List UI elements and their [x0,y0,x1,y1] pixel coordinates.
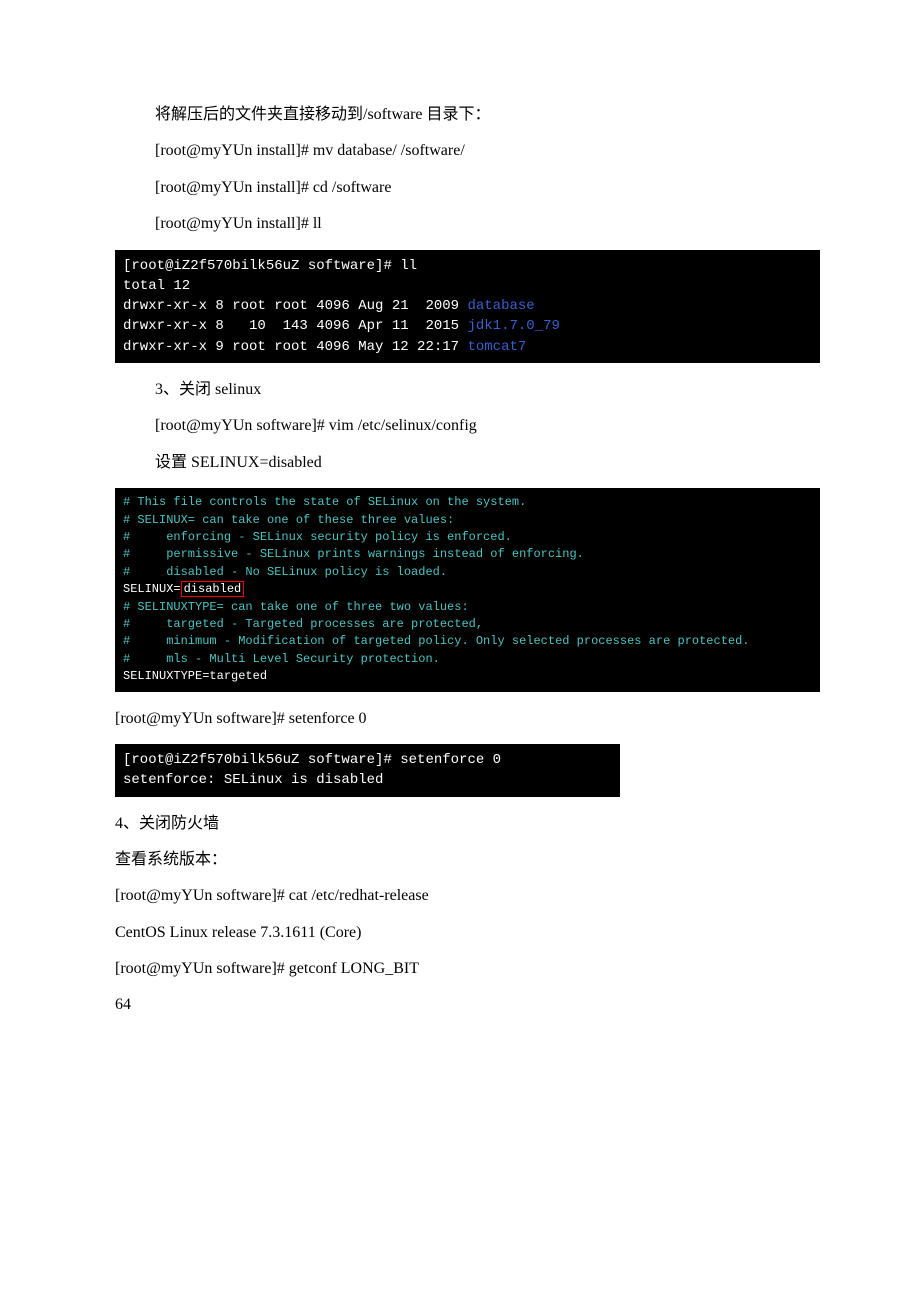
terminal-line: drwxr-xr-x 9 root root 4096 May 12 22:17 [123,339,467,355]
terminal-line: drwxr-xr-x 8 root root 4096 Aug 21 2009 [123,298,467,314]
config-comment: # targeted - Targeted processes are prot… [123,617,483,631]
dir-name: tomcat7 [467,339,526,355]
command-text: [root@myYUn install]# mv database/ /soft… [155,136,780,166]
step-heading: 4、关闭防火墙 [115,809,780,839]
paragraph-text: 将解压后的文件夹直接移动到/software 目录下： [155,100,780,130]
config-line: SELINUXTYPE=targeted [123,669,267,683]
dir-name: database [467,298,534,314]
config-comment: # minimum - Modification of targeted pol… [123,634,750,648]
config-comment: # permissive - SELinux prints warnings i… [123,547,584,561]
step-heading: 3、关闭 selinux [155,375,780,405]
terminal-block-setenforce: [root@iZ2f570bilk56uZ software]# setenfo… [115,744,620,797]
terminal-block-ll: [root@iZ2f570bilk56uZ software]# ll tota… [115,250,820,363]
terminal-line: total 12 [123,278,190,294]
output-text: CentOS Linux release 7.3.1611 (Core) [115,918,780,948]
config-comment: # SELINUX= can take one of these three v… [123,513,454,527]
config-comment: # enforcing - SELinux security policy is… [123,530,512,544]
terminal-block-selinux-config: # This file controls the state of SELinu… [115,488,820,691]
command-text: [root@myYUn install]# cd /software [155,173,780,203]
config-comment: # disabled - No SELinux policy is loaded… [123,565,447,579]
config-comment: # This file controls the state of SELinu… [123,495,526,509]
config-comment: # mls - Multi Level Security protection. [123,652,440,666]
terminal-line: [root@iZ2f570bilk56uZ software]# setenfo… [123,752,501,768]
command-text: [root@myYUn install]# ll [155,209,780,239]
config-comment: # SELINUXTYPE= can take one of three two… [123,600,469,614]
dir-name: jdk1.7.0_79 [467,318,559,334]
config-line: SELINUX=disabled [123,581,244,597]
command-text: [root@myYUn software]# getconf LONG_BIT [115,954,780,984]
terminal-line: drwxr-xr-x 8 10 143 4096 Apr 11 2015 [123,318,467,334]
config-value-highlight: disabled [181,581,245,597]
terminal-line: [root@iZ2f570bilk56uZ software]# ll [123,258,417,274]
paragraph-text: 设置 SELINUX=disabled [155,448,780,478]
terminal-line: setenforce: SELinux is disabled [123,772,383,788]
output-text: 64 [115,990,780,1020]
command-text: [root@myYUn software]# vim /etc/selinux/… [155,411,780,441]
config-key: SELINUX= [123,582,181,596]
command-text: [root@myYUn software]# setenforce 0 [115,704,780,734]
paragraph-text: 查看系统版本： [115,845,780,875]
command-text: [root@myYUn software]# cat /etc/redhat-r… [115,881,780,911]
